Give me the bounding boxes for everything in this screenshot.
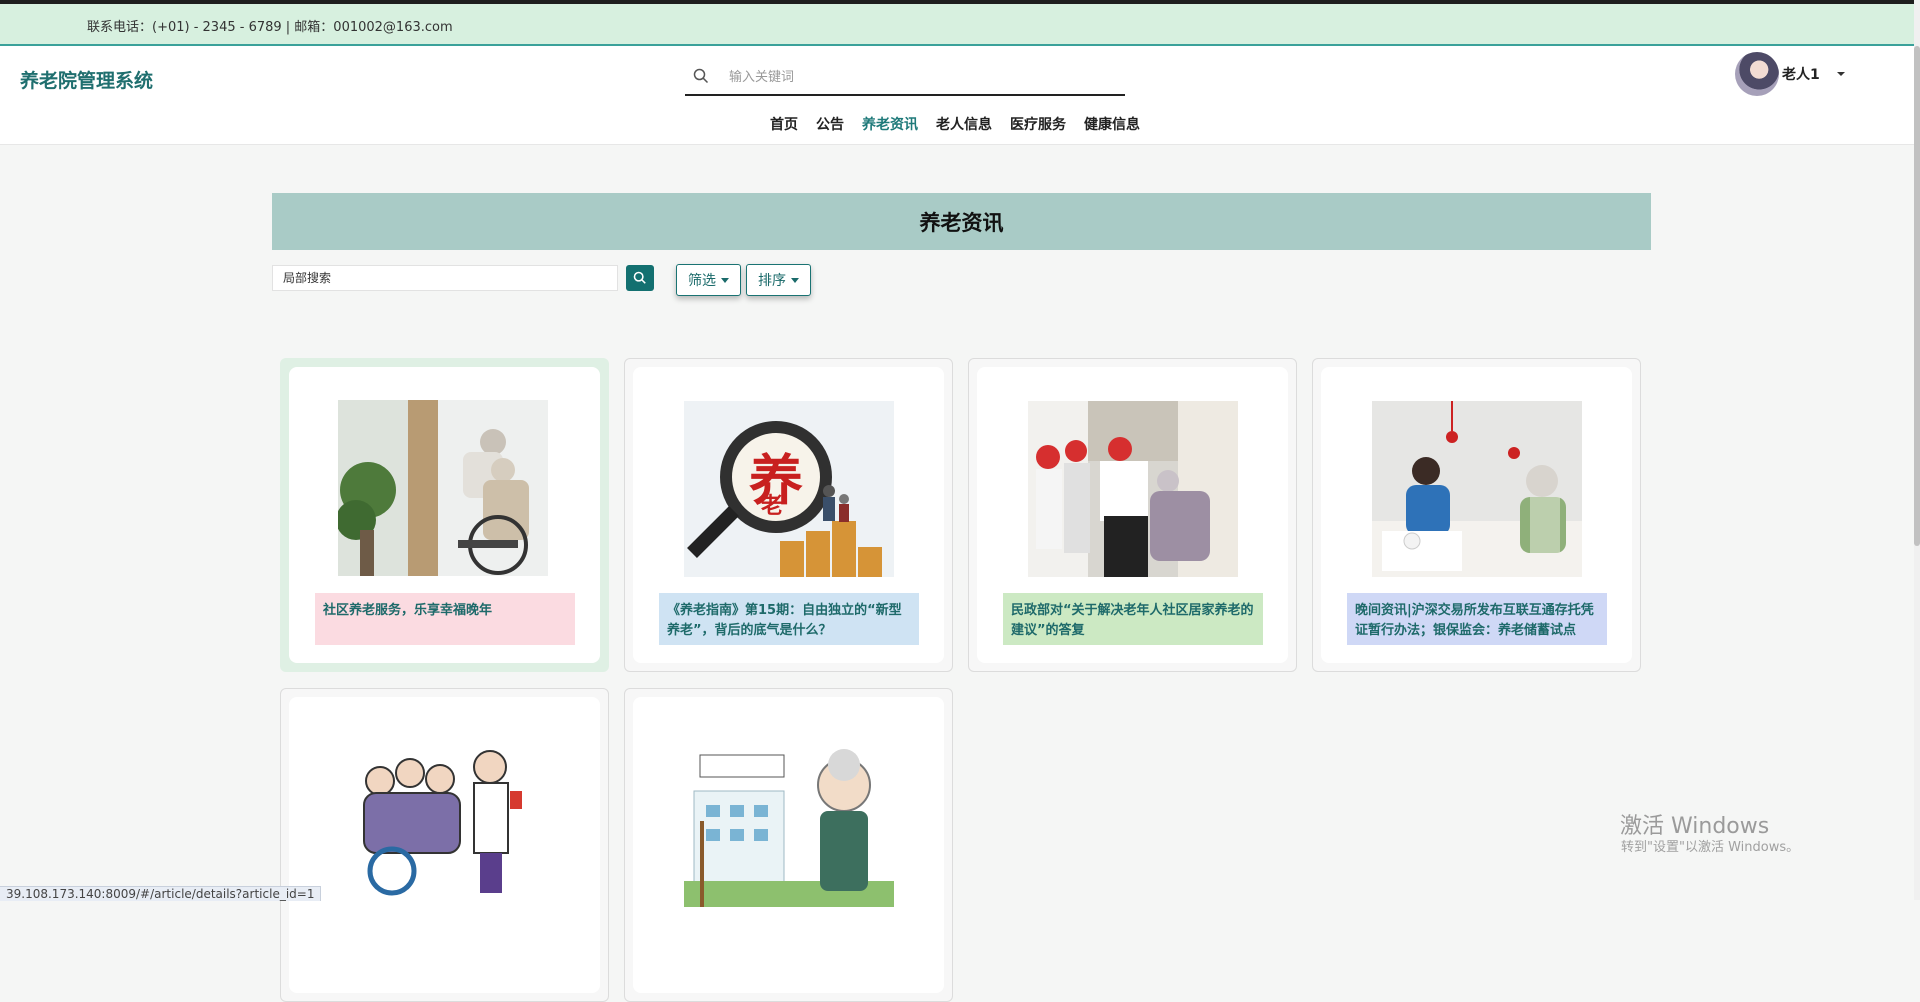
avatar[interactable] bbox=[1735, 52, 1779, 96]
article-card-body[interactable]: 养 老 《养老指南》第15期：自由独立的“新型养老”，背后的底气是什么？ bbox=[633, 367, 944, 663]
article-card-body[interactable]: 晚间资讯|沪深交易所发布互联互通存托凭证暂行办法；银保监会：养老储蓄试点 bbox=[1321, 367, 1632, 663]
article-title[interactable]: 晚间资讯|沪深交易所发布互联互通存托凭证暂行办法；银保监会：养老储蓄试点 bbox=[1347, 593, 1607, 645]
article-card-body[interactable]: 民政部对“关于解决老年人社区居家养老的建议”的答复 bbox=[977, 367, 1288, 663]
article-card[interactable]: 养 老 《养老指南》第15期：自由独立的“新型养老”，背后的底气是什么？ bbox=[624, 358, 953, 672]
local-search-input[interactable] bbox=[273, 266, 615, 290]
global-search bbox=[685, 60, 1125, 96]
main-nav: 首页 公告 养老资讯 老人信息 医疗服务 健康信息 bbox=[770, 114, 1158, 136]
article-image[interactable] bbox=[684, 731, 894, 907]
caret-down-icon bbox=[791, 277, 799, 283]
filter-label: 筛选 bbox=[688, 273, 716, 289]
article-image[interactable]: 养 老 bbox=[684, 401, 894, 577]
global-search-input[interactable] bbox=[727, 64, 1111, 90]
article-card[interactable] bbox=[280, 688, 609, 1002]
caret-down-icon bbox=[721, 277, 729, 283]
nav-item-news[interactable]: 养老资讯 bbox=[862, 114, 918, 136]
article-title[interactable]: 《养老指南》第15期：自由独立的“新型养老”，背后的底气是什么？ bbox=[659, 593, 919, 645]
local-search bbox=[272, 265, 618, 291]
article-card-body[interactable] bbox=[633, 697, 944, 993]
article-card-body[interactable] bbox=[289, 697, 600, 993]
article-card-body[interactable]: 社区养老服务，乐享幸福晚年 bbox=[289, 367, 600, 663]
user-name[interactable]: 老人1 bbox=[1782, 64, 1820, 84]
article-card[interactable]: 民政部对“关于解决老年人社区居家养老的建议”的答复 bbox=[968, 358, 1297, 672]
sort-dropdown[interactable]: 排序 bbox=[746, 264, 811, 296]
nav-item-medical[interactable]: 医疗服务 bbox=[1010, 114, 1066, 136]
article-title[interactable]: 社区养老服务，乐享幸福晚年 bbox=[315, 593, 575, 645]
search-icon[interactable] bbox=[693, 68, 709, 84]
contact-bar: 联系电话：(+01) - 2345 - 6789 | 邮箱：001002@163… bbox=[0, 4, 1920, 46]
article-card[interactable] bbox=[624, 688, 953, 1002]
activation-watermark-sub: 转到"设置"以激活 Windows。 bbox=[1621, 840, 1800, 855]
article-image[interactable] bbox=[340, 731, 550, 907]
scrollbar-thumb[interactable] bbox=[1914, 46, 1920, 546]
contact-text: 联系电话：(+01) - 2345 - 6789 | 邮箱：001002@163… bbox=[87, 20, 453, 35]
search-button[interactable] bbox=[626, 265, 654, 291]
site-header: 养老院管理系统 老人1 首页 公告 养老资讯 老人信息 医疗服务 健康信息 bbox=[0, 46, 1920, 145]
nav-item-notice[interactable]: 公告 bbox=[816, 114, 844, 136]
article-image[interactable] bbox=[1372, 401, 1582, 577]
nav-item-home[interactable]: 首页 bbox=[770, 114, 798, 136]
page-title: 养老资讯 bbox=[919, 210, 1004, 235]
chevron-down-icon[interactable] bbox=[1837, 72, 1845, 76]
article-card[interactable]: 社区养老服务，乐享幸福晚年 bbox=[280, 358, 609, 672]
status-url: 39.108.173.140:8009/#/article/details?ar… bbox=[0, 886, 322, 901]
sort-label: 排序 bbox=[758, 273, 786, 289]
article-card[interactable]: 晚间资讯|沪深交易所发布互联互通存托凭证暂行办法；银保监会：养老储蓄试点 bbox=[1312, 358, 1641, 672]
article-image[interactable] bbox=[1028, 401, 1238, 577]
site-brand[interactable]: 养老院管理系统 bbox=[20, 66, 153, 93]
search-icon bbox=[633, 271, 646, 284]
svg-text:老: 老 bbox=[760, 493, 783, 519]
page-banner: 养老资讯 bbox=[272, 193, 1651, 250]
filter-dropdown[interactable]: 筛选 bbox=[676, 264, 741, 296]
nav-item-elder-info[interactable]: 老人信息 bbox=[936, 114, 992, 136]
nav-item-health[interactable]: 健康信息 bbox=[1084, 114, 1140, 136]
article-title[interactable]: 民政部对“关于解决老年人社区居家养老的建议”的答复 bbox=[1003, 593, 1263, 645]
article-image[interactable] bbox=[338, 400, 548, 576]
